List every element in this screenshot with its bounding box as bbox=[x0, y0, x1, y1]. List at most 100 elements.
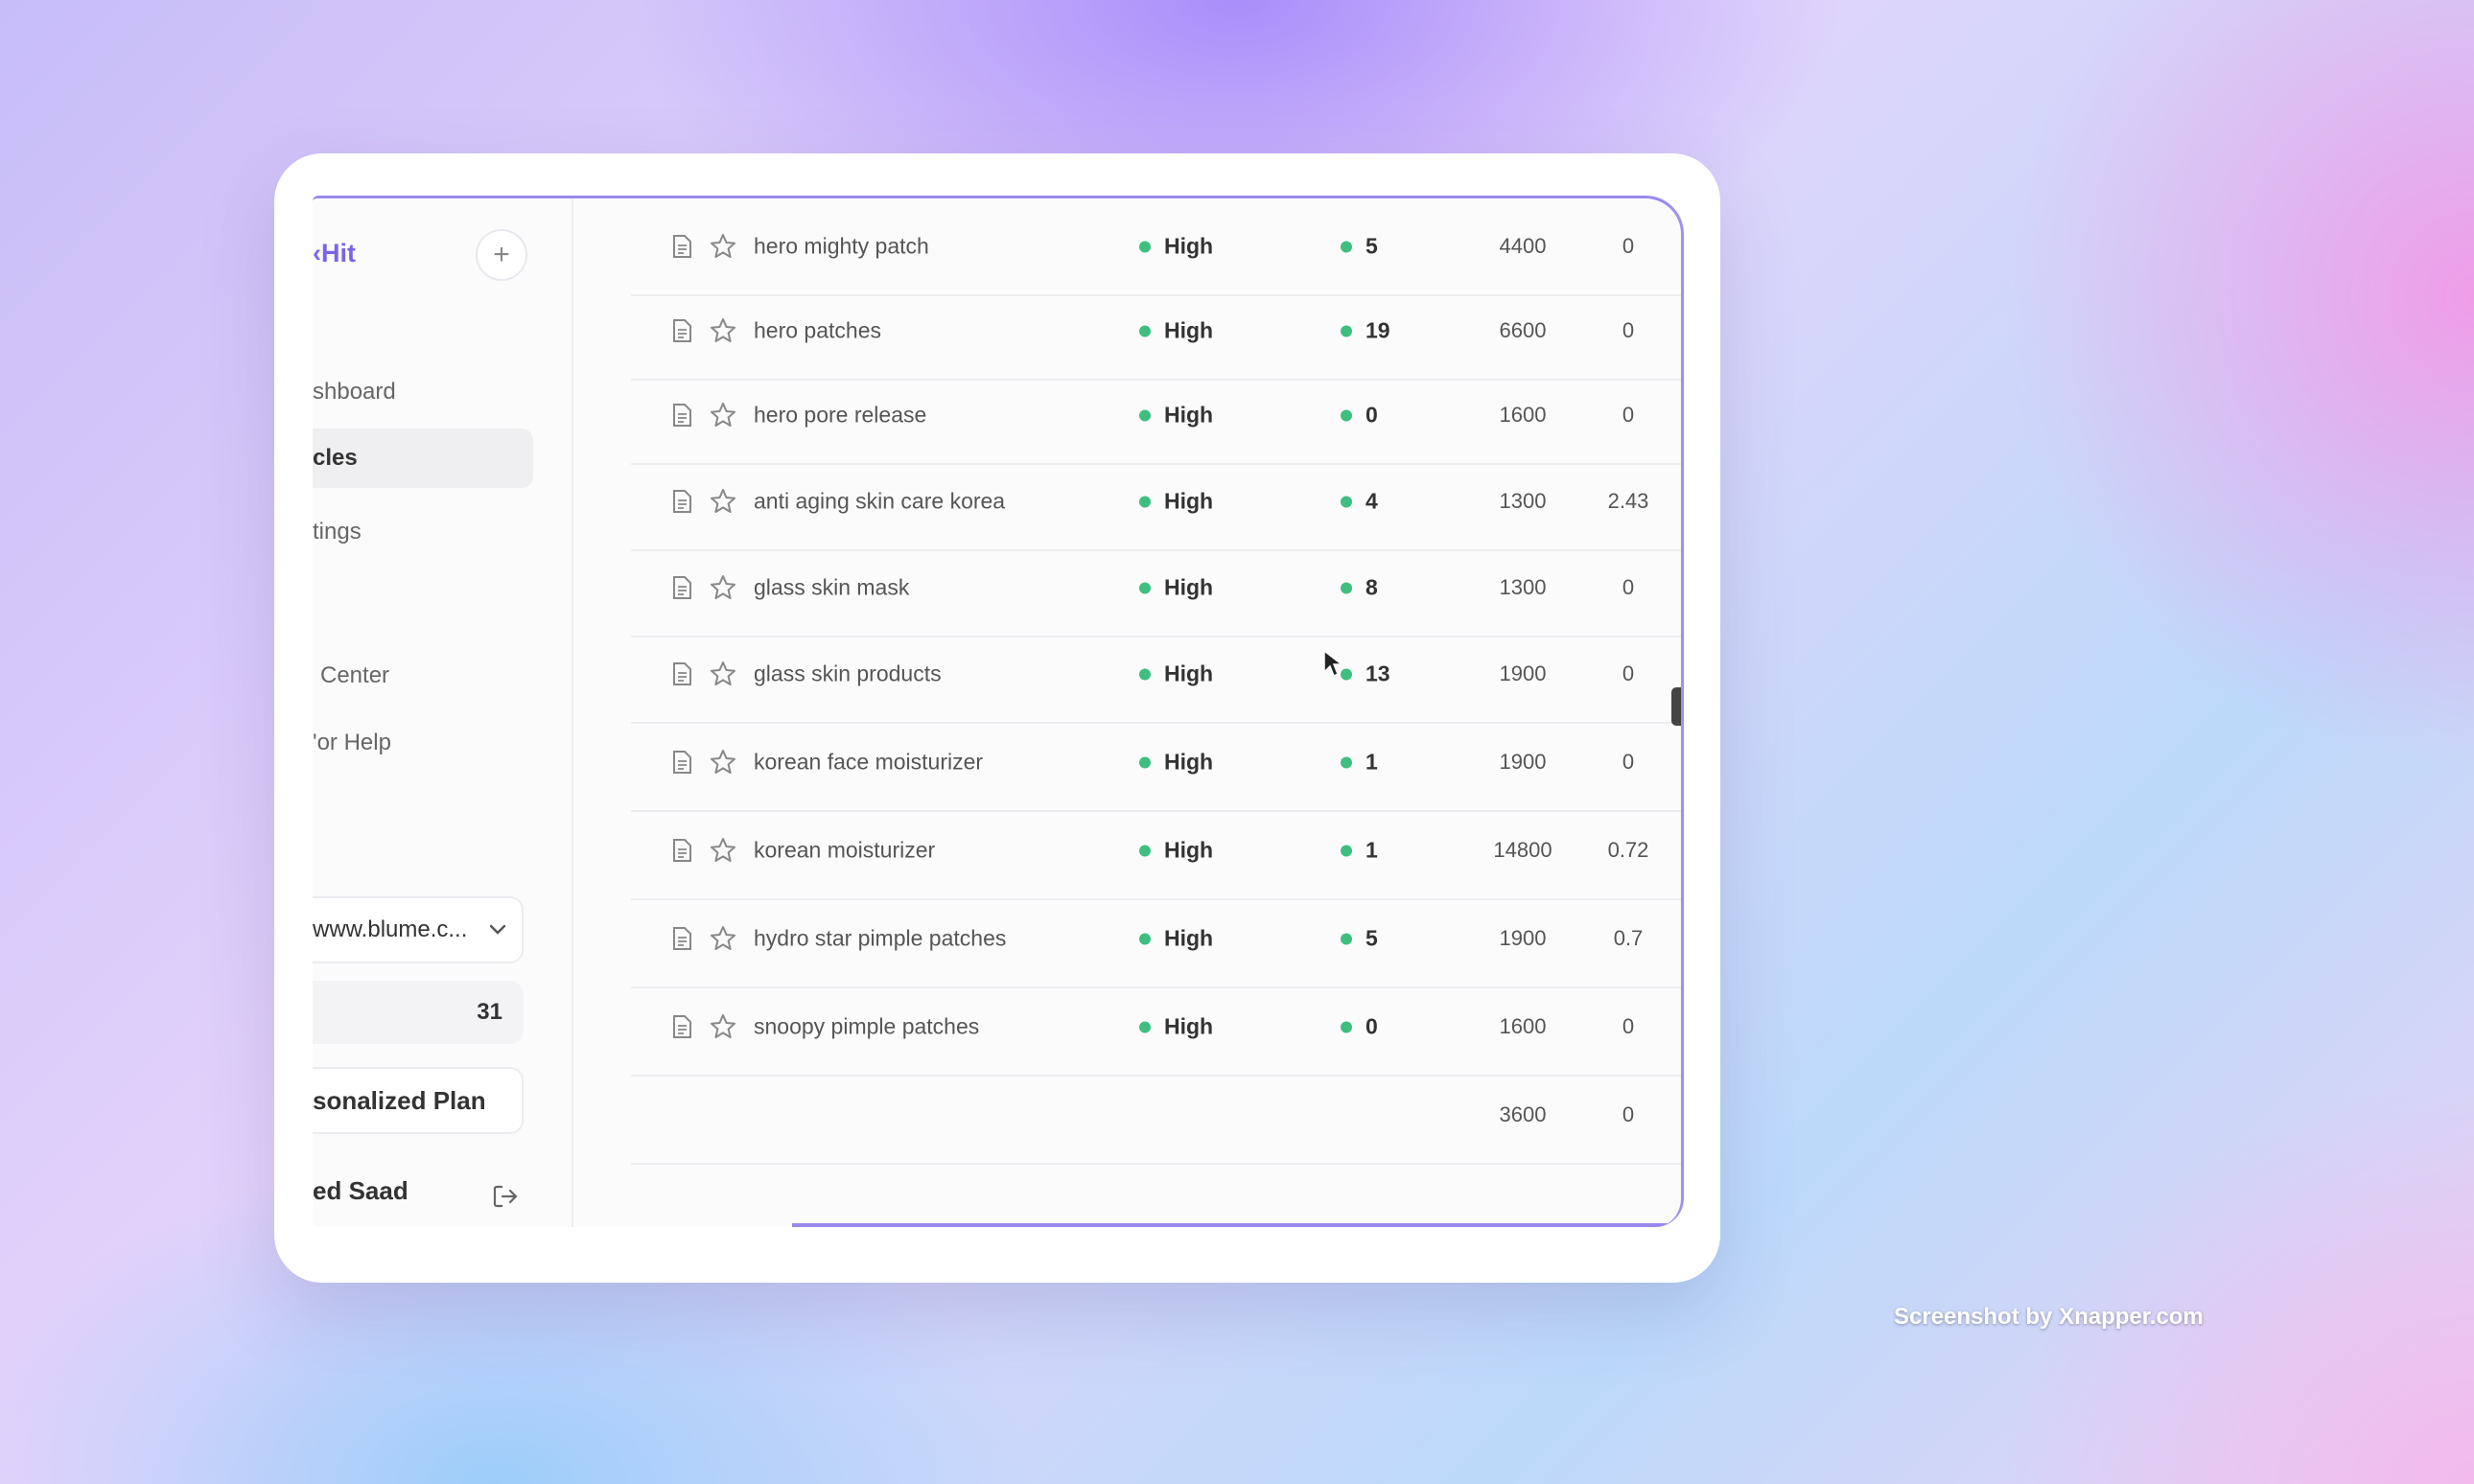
star-icon[interactable] bbox=[710, 402, 736, 429]
priority-text: High bbox=[1164, 233, 1214, 259]
sidebar-item-dashboard[interactable]: shboard bbox=[313, 379, 396, 406]
site-selector[interactable]: www.blume.c... bbox=[313, 896, 524, 963]
status-dot bbox=[1341, 756, 1352, 768]
cpc-value: 0 bbox=[1622, 661, 1635, 685]
star-icon[interactable] bbox=[710, 749, 736, 776]
difficulty-value: 13 bbox=[1341, 661, 1390, 687]
cpc-value: 0 bbox=[1622, 1102, 1635, 1126]
scrollbar-thumb[interactable] bbox=[1671, 687, 1681, 726]
document-icon[interactable] bbox=[671, 661, 692, 686]
sidebar: ‹Hit + shboard cles tings Center 'or Hel… bbox=[313, 198, 573, 1227]
difficulty-text: 5 bbox=[1365, 925, 1378, 951]
keyword-text: glass skin mask bbox=[754, 574, 910, 600]
status-dot bbox=[1139, 241, 1151, 252]
star-icon[interactable] bbox=[710, 233, 736, 260]
keyword-table: hero mighty patch High 5 4400 0 Remove f… bbox=[631, 198, 1681, 1227]
keyword-text: anti aging skin care korea bbox=[754, 488, 1006, 514]
difficulty-text: 5 bbox=[1365, 233, 1378, 259]
star-icon[interactable] bbox=[710, 837, 736, 864]
priority-text: High bbox=[1164, 1013, 1214, 1039]
keyword-text: snoopy pimple patches bbox=[754, 1013, 980, 1039]
search-volume: 4400 bbox=[1499, 234, 1547, 258]
table-row: hydro star pimple patches High 5 1900 0.… bbox=[631, 891, 1681, 988]
plan-label: sonalized Plan bbox=[313, 1085, 486, 1115]
status-dot bbox=[1139, 756, 1151, 768]
priority-badge: High bbox=[1139, 838, 1213, 864]
priority-text: High bbox=[1164, 488, 1214, 514]
search-volume: 14800 bbox=[1493, 838, 1552, 862]
difficulty-text: 19 bbox=[1365, 317, 1390, 343]
priority-badge: High bbox=[1139, 661, 1213, 687]
star-icon[interactable] bbox=[710, 488, 736, 515]
priority-text: High bbox=[1164, 661, 1214, 686]
credits-value: 31 bbox=[477, 999, 502, 1025]
document-icon[interactable] bbox=[671, 575, 692, 600]
status-dot bbox=[1341, 409, 1352, 421]
search-volume: 1600 bbox=[1499, 1014, 1547, 1038]
priority-text: High bbox=[1164, 574, 1214, 600]
difficulty-value: 1 bbox=[1341, 750, 1378, 776]
table-row: snoopy pimple patches High 0 1600 0 Add … bbox=[631, 979, 1681, 1077]
cpc-value: 2.43 bbox=[1607, 489, 1649, 513]
new-item-button[interactable]: + bbox=[476, 229, 527, 281]
sidebar-item-help-center[interactable]: Center bbox=[320, 662, 389, 689]
table-row: hero mighty patch High 5 4400 0 Remove f… bbox=[631, 198, 1681, 296]
difficulty-text: 8 bbox=[1365, 574, 1378, 600]
priority-badge: High bbox=[1139, 1014, 1213, 1040]
status-dot bbox=[1139, 409, 1151, 421]
table-row: korean face moisturizer High 1 1900 0 Ad… bbox=[631, 714, 1681, 812]
search-volume: 1900 bbox=[1499, 750, 1547, 774]
difficulty-value: 0 bbox=[1341, 1014, 1378, 1040]
document-icon[interactable] bbox=[671, 838, 692, 863]
difficulty-text: 0 bbox=[1365, 1013, 1378, 1039]
document-icon[interactable] bbox=[671, 318, 692, 343]
keyword-text: korean face moisturizer bbox=[754, 749, 984, 775]
search-volume: 3600 bbox=[1499, 1102, 1547, 1126]
document-icon[interactable] bbox=[671, 489, 692, 514]
star-icon[interactable] bbox=[710, 661, 736, 687]
table-row: anti aging skin care korea High 4 1300 2… bbox=[631, 453, 1681, 551]
star-icon[interactable] bbox=[710, 1013, 736, 1040]
document-icon[interactable] bbox=[671, 1014, 692, 1039]
star-icon[interactable] bbox=[710, 317, 736, 344]
cpc-value: 0.72 bbox=[1607, 838, 1649, 862]
cpc-value: 0 bbox=[1622, 575, 1635, 599]
status-dot bbox=[1139, 325, 1151, 336]
difficulty-text: 0 bbox=[1365, 402, 1378, 428]
sidebar-item-settings[interactable]: tings bbox=[313, 519, 362, 545]
status-dot bbox=[1139, 496, 1151, 507]
status-dot bbox=[1139, 668, 1151, 680]
document-icon[interactable] bbox=[671, 234, 692, 259]
search-volume: 1600 bbox=[1499, 403, 1547, 427]
status-dot bbox=[1341, 845, 1352, 856]
difficulty-value: 1 bbox=[1341, 838, 1378, 864]
document-icon[interactable] bbox=[671, 750, 692, 775]
sidebar-item-ask-for-help[interactable]: 'or Help bbox=[313, 730, 391, 756]
difficulty-value: 5 bbox=[1341, 234, 1378, 260]
cpc-value: 0 bbox=[1622, 1014, 1635, 1038]
star-icon[interactable] bbox=[710, 925, 736, 952]
status-dot bbox=[1341, 933, 1352, 944]
personalized-plan-button[interactable]: sonalized Plan bbox=[313, 1067, 524, 1134]
screenshot-frame: ‹Hit + shboard cles tings Center 'or Hel… bbox=[274, 153, 1720, 1283]
credits-counter: 31 bbox=[313, 981, 524, 1044]
status-dot bbox=[1341, 325, 1352, 336]
cpc-value: 0 bbox=[1622, 750, 1635, 774]
search-volume: 1300 bbox=[1499, 575, 1547, 599]
difficulty-value: 4 bbox=[1341, 489, 1378, 515]
table-row: hero patches High 19 6600 0 Remove from … bbox=[631, 283, 1681, 381]
priority-badge: High bbox=[1139, 575, 1213, 601]
priority-badge: High bbox=[1139, 489, 1213, 515]
status-dot bbox=[1139, 1021, 1151, 1032]
priority-badge: High bbox=[1139, 234, 1213, 260]
sidebar-item-articles[interactable]: cles bbox=[313, 429, 533, 488]
cpc-value: 0 bbox=[1622, 234, 1635, 258]
priority-text: High bbox=[1164, 925, 1214, 951]
table-row: korean moisturizer High 1 14800 0.72 Add… bbox=[631, 802, 1681, 900]
document-icon[interactable] bbox=[671, 403, 692, 428]
star-icon[interactable] bbox=[710, 574, 736, 601]
brand-logo: ‹Hit bbox=[313, 239, 356, 267]
document-icon[interactable] bbox=[671, 926, 692, 951]
logout-icon[interactable] bbox=[491, 1182, 520, 1211]
difficulty-value: 19 bbox=[1341, 318, 1390, 344]
